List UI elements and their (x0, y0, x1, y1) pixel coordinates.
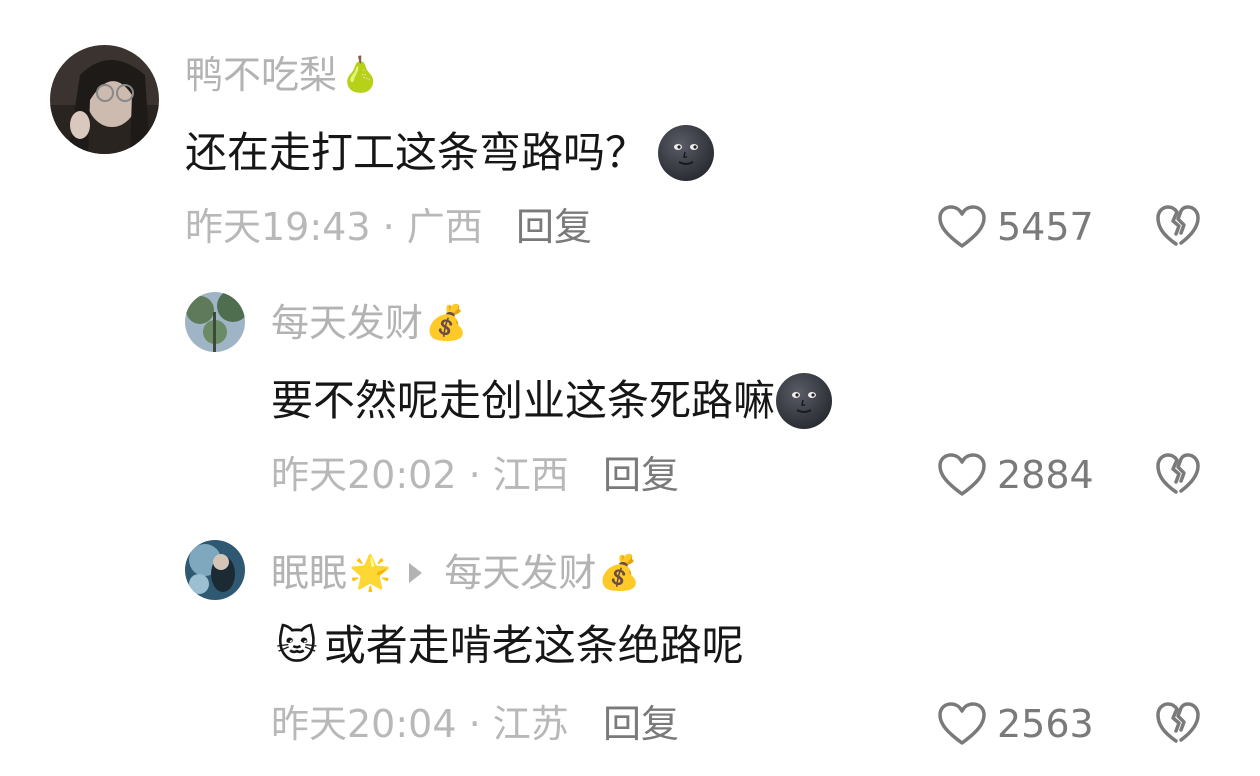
reply-button[interactable]: 回复 (603, 452, 679, 498)
heart-outline-icon (937, 452, 987, 498)
like-count: 2884 (997, 453, 1094, 497)
comment-meta: 昨天20:02 · 江西 (271, 452, 569, 498)
reply-button[interactable]: 回复 (603, 701, 679, 747)
new-moon-face-icon (775, 372, 833, 430)
username-text: 每天发财 (271, 301, 424, 345)
comment-username[interactable]: 鸭不吃梨 🍐 (185, 52, 381, 98)
reply-arrow-icon (409, 563, 423, 583)
comment-username[interactable]: 眠眠 🌟 每天发财 💰 (271, 550, 641, 596)
glowing-star-emoji-icon: 🌟 (349, 553, 392, 593)
meta-separator: · (370, 205, 407, 249)
cat-emoji-icon: 🐱 (276, 623, 318, 669)
like-button[interactable]: 2884 (937, 452, 1094, 498)
comment-text-body: 或者走啃老这条绝路呢 (323, 621, 744, 670)
dislike-button[interactable] (1155, 701, 1201, 745)
comment-location: 广西 (406, 205, 483, 249)
comment-text-body: 还在走打工这条弯路吗？ (185, 128, 648, 177)
comment-text-body: 要不然呢走创业这条死路嘛 (271, 376, 776, 425)
comment-meta: 昨天20:04 · 江苏 (271, 701, 569, 747)
money-bag-emoji-icon: 💰 (598, 553, 641, 593)
comment-time: 昨天19:43 (185, 205, 371, 249)
like-count: 5457 (997, 205, 1094, 249)
like-button[interactable]: 5457 (937, 204, 1094, 250)
avatar[interactable] (185, 540, 245, 600)
new-moon-face-icon (657, 124, 715, 182)
comment-time: 昨天20:04 (271, 702, 457, 746)
comment-username[interactable]: 每天发财 💰 (271, 300, 467, 346)
comment-location: 江苏 (492, 702, 569, 746)
like-button[interactable]: 2563 (937, 701, 1094, 747)
reply-button[interactable]: 回复 (516, 204, 592, 250)
dislike-button[interactable] (1155, 452, 1201, 496)
meta-separator: · (456, 702, 493, 746)
username-text: 鸭不吃梨 (185, 53, 338, 97)
heart-outline-icon (937, 204, 987, 250)
comment-text[interactable]: 要不然呢走创业这条死路嘛 (271, 372, 833, 430)
meta-separator: · (456, 453, 493, 497)
comment-meta: 昨天19:43 · 广西 (185, 204, 483, 250)
money-bag-emoji-icon: 💰 (425, 303, 468, 343)
like-count: 2563 (997, 702, 1094, 746)
dislike-button[interactable] (1155, 204, 1201, 248)
comment-time: 昨天20:02 (271, 453, 457, 497)
avatar[interactable] (50, 45, 159, 154)
heart-outline-icon (937, 701, 987, 747)
username-text: 眠眠 (271, 551, 348, 595)
avatar[interactable] (185, 292, 245, 352)
reply-to-username[interactable]: 每天发财 (444, 550, 596, 596)
comment-location: 江西 (492, 453, 569, 497)
pear-emoji-icon: 🍐 (339, 55, 382, 95)
comment-text[interactable]: 还在走打工这条弯路吗？ (185, 124, 715, 182)
comment-text[interactable]: 🐱 或者走啃老这条绝路呢 (276, 620, 744, 672)
